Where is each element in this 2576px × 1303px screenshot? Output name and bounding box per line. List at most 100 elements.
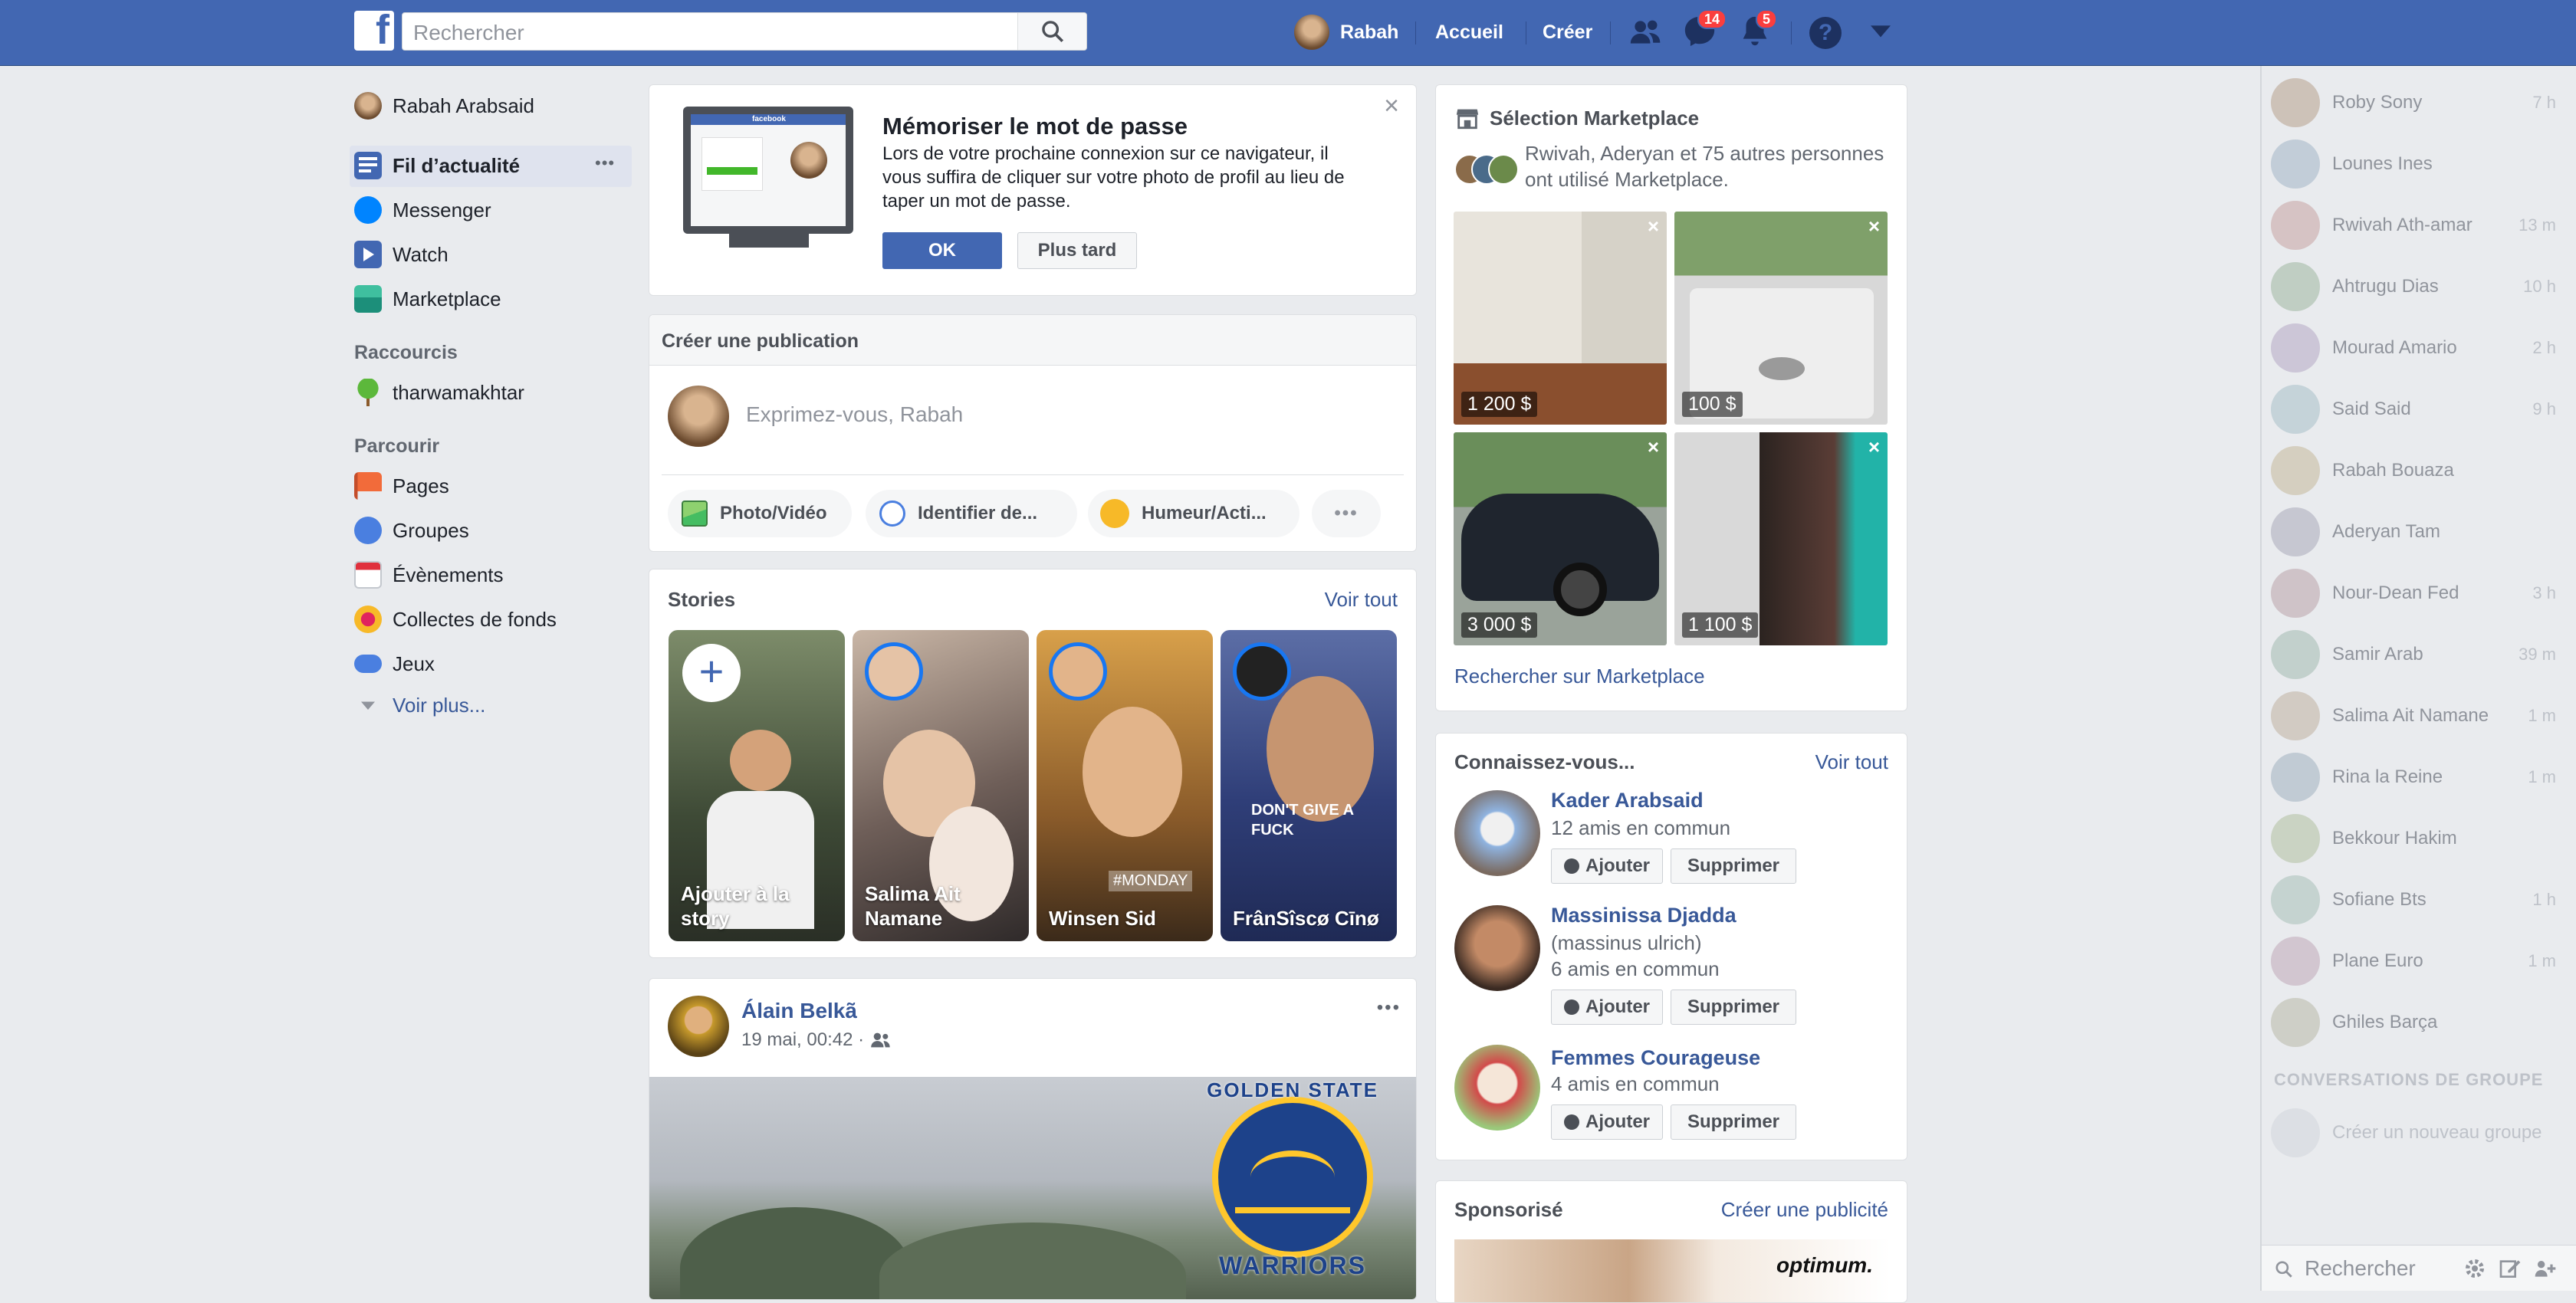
story-item[interactable]: DON'T GIVE A FUCK FrânSîscø Cīnø: [1221, 630, 1397, 941]
sidebar-item-watch[interactable]: Watch: [354, 235, 449, 274]
help-icon[interactable]: ?: [1809, 17, 1842, 49]
gamepad-icon: [354, 655, 382, 673]
story-add[interactable]: + Ajouter à la story: [669, 630, 845, 941]
chat-contact-row[interactable]: Mourad Amario 2 h: [2271, 317, 2576, 379]
more-actions-button[interactable]: •••: [1312, 490, 1381, 537]
post-image[interactable]: GOLDEN STATE WARRIORS: [649, 1077, 1416, 1299]
pages-flag-icon: [354, 472, 382, 500]
chat-contact-row[interactable]: Aderyan Tam: [2271, 501, 2576, 563]
marketplace-item[interactable]: × 3 000 $: [1454, 432, 1667, 645]
card-title: Mémoriser le mot de passe: [882, 113, 1188, 139]
sidebar-item-pages[interactable]: Pages: [354, 466, 449, 506]
compose-message-icon[interactable]: [2498, 1256, 2522, 1281]
stories-see-all-link[interactable]: Voir tout: [1325, 588, 1398, 612]
sponsored-ad-image[interactable]: optimum.: [1454, 1239, 1890, 1302]
feeling-activity-button[interactable]: Humeur/Acti...: [1088, 490, 1300, 537]
chat-contact-row[interactable]: Salima Ait Namane 1 m: [2271, 685, 2576, 747]
suggestion-name[interactable]: Femmes Courageuse: [1551, 1046, 1760, 1070]
marketplace-item[interactable]: × 1 200 $: [1454, 212, 1667, 425]
create-link[interactable]: Créer: [1543, 0, 1592, 64]
messenger-icon: [354, 196, 382, 224]
avatar: [1233, 642, 1291, 701]
avatar[interactable]: [1454, 1045, 1540, 1131]
search-marketplace-link[interactable]: Rechercher sur Marketplace: [1454, 665, 1705, 688]
avatar[interactable]: [1454, 790, 1540, 876]
tag-friends-button[interactable]: Identifier de...: [866, 490, 1077, 537]
sidebar-item-marketplace[interactable]: Marketplace: [354, 279, 501, 319]
create-group-button[interactable]: Créer un nouveau groupe: [2271, 1102, 2576, 1164]
story-item[interactable]: Salima Ait Namane: [853, 630, 1029, 941]
suggestion-name[interactable]: Kader Arabsaid: [1551, 789, 1704, 812]
sidebar-item-events[interactable]: Évènements: [354, 555, 504, 595]
photo-video-button[interactable]: Photo/Vidéo: [668, 490, 852, 537]
logo-bottom-text: WARRIORS: [1219, 1252, 1366, 1279]
add-friend-icon: [1564, 858, 1579, 874]
chat-contact-row[interactable]: Rina la Reine 1 m: [2271, 747, 2576, 808]
chat-contact-row[interactable]: Said Said 9 h: [2271, 379, 2576, 440]
add-story-plus-icon[interactable]: +: [682, 644, 741, 702]
marketplace-item[interactable]: × 1 100 $: [1674, 432, 1888, 645]
friend-requests-icon[interactable]: [1628, 15, 1664, 49]
avatar[interactable]: [1454, 905, 1540, 991]
close-icon[interactable]: ×: [1384, 91, 1399, 121]
more-options-icon[interactable]: •••: [595, 153, 615, 173]
avatar: [2271, 569, 2320, 618]
profile-name: Rabah Arabsaid: [393, 94, 535, 117]
chat-contact-row[interactable]: Ghiles Barça: [2271, 992, 2576, 1053]
explore-heading: Parcourir: [354, 435, 440, 457]
shortcut-item[interactable]: tharwamakhtar: [354, 373, 524, 412]
create-post-card: Créer une publication Exprimez-vous, Rab…: [649, 314, 1417, 552]
add-friend-button[interactable]: Ajouter: [1551, 1104, 1663, 1140]
sidebar-item-fundraisers[interactable]: Collectes de fonds: [354, 599, 557, 639]
sidebar-item-messenger[interactable]: Messenger: [354, 190, 491, 230]
see-more-link[interactable]: Voir plus...: [354, 685, 485, 725]
account-menu-chevron-down-icon[interactable]: [1871, 25, 1891, 40]
left-nav-profile[interactable]: Rabah Arabsaid: [354, 86, 534, 126]
chat-contact-name: Mourad Amario: [2332, 337, 2457, 358]
create-ad-link[interactable]: Créer une publicité: [1721, 1198, 1888, 1222]
later-button[interactable]: Plus tard: [1017, 232, 1137, 269]
chat-contact-row[interactable]: Samir Arab 39 m: [2271, 624, 2576, 685]
post-author[interactable]: Álain Belkã: [741, 999, 857, 1023]
groups-icon: [354, 517, 382, 544]
chat-contact-row[interactable]: Ahtrugu Dias 10 h: [2271, 256, 2576, 317]
close-icon[interactable]: ×: [1648, 435, 1659, 459]
chat-search-input[interactable]: Rechercher: [2305, 1256, 2416, 1281]
facebook-logo-icon[interactable]: f: [354, 7, 394, 53]
sidebar-item-groups[interactable]: Groupes: [354, 510, 469, 550]
close-icon[interactable]: ×: [1648, 215, 1659, 238]
remove-suggestion-button[interactable]: Supprimer: [1671, 990, 1796, 1025]
chat-contact-row[interactable]: Bekkour Hakim: [2271, 808, 2576, 869]
search-input[interactable]: Rechercher: [402, 12, 1087, 51]
chat-contact-row[interactable]: Roby Sony 7 h: [2271, 72, 2576, 133]
profile-link[interactable]: Rabah: [1294, 0, 1398, 64]
suggestion-name[interactable]: Massinissa Djadda: [1551, 904, 1737, 927]
chat-contact-row[interactable]: Rabah Bouaza: [2271, 440, 2576, 501]
remove-suggestion-button[interactable]: Supprimer: [1671, 1104, 1796, 1140]
remove-suggestion-button[interactable]: Supprimer: [1671, 848, 1796, 884]
add-friend-button[interactable]: Ajouter: [1551, 848, 1663, 884]
chat-contact-row[interactable]: Nour-Dean Fed 3 h: [2271, 563, 2576, 624]
close-icon[interactable]: ×: [1868, 435, 1880, 459]
gear-icon[interactable]: [2463, 1256, 2487, 1281]
chat-contact-row[interactable]: Lounes Ines: [2271, 133, 2576, 195]
chat-contact-row[interactable]: Sofiane Bts 1 h: [2271, 869, 2576, 930]
chat-contact-name: Said Said: [2332, 399, 2411, 419]
marketplace-item[interactable]: × 100 $: [1674, 212, 1888, 425]
search-button[interactable]: [1017, 13, 1086, 50]
story-item[interactable]: #MONDAY Winsen Sid: [1037, 630, 1213, 941]
ok-button[interactable]: OK: [882, 232, 1002, 269]
post-date[interactable]: 19 mai, 00:42 ·: [741, 1029, 864, 1051]
post-options-icon[interactable]: •••: [1377, 997, 1401, 1019]
home-link[interactable]: Accueil: [1435, 0, 1503, 64]
new-group-chat-icon[interactable]: [2533, 1256, 2558, 1281]
post-input[interactable]: Exprimez-vous, Rabah: [746, 402, 963, 427]
chat-contact-row[interactable]: Rwivah Ath-amar 13 m: [2271, 195, 2576, 256]
add-friend-button[interactable]: Ajouter: [1551, 990, 1663, 1025]
close-icon[interactable]: ×: [1868, 215, 1880, 238]
avatar[interactable]: [668, 996, 729, 1057]
sidebar-item-news-feed[interactable]: Fil d’actualité: [354, 146, 520, 185]
suggestions-see-all-link[interactable]: Voir tout: [1815, 750, 1888, 774]
chat-contact-row[interactable]: Plane Euro 1 m: [2271, 930, 2576, 992]
sidebar-item-games[interactable]: Jeux: [354, 644, 435, 684]
